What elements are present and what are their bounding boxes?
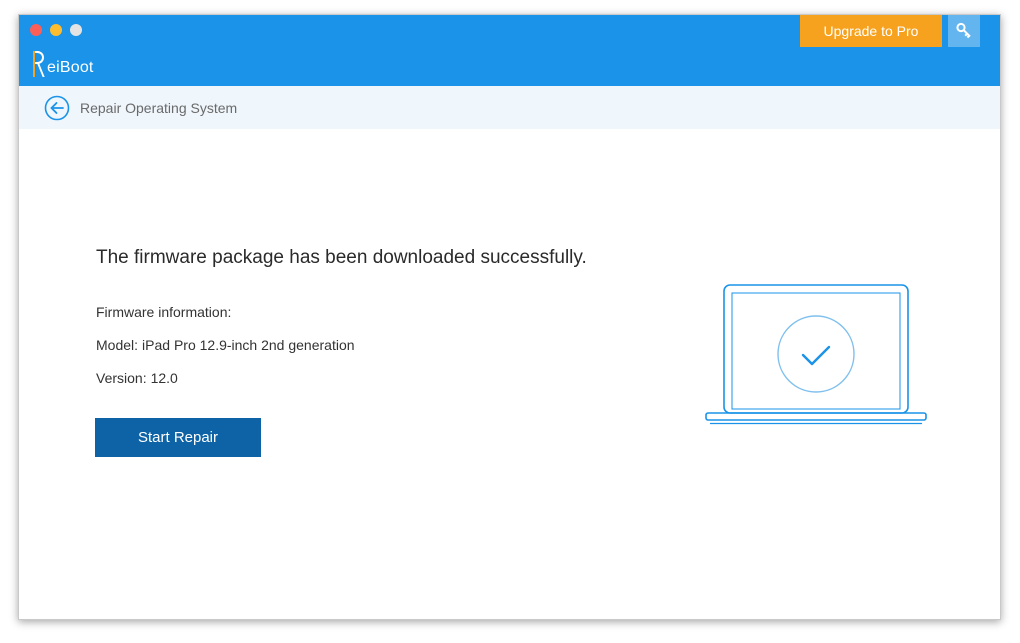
close-window-button[interactable] <box>30 24 42 36</box>
app-logo: eiBoot <box>32 49 94 77</box>
page-title: Repair Operating System <box>80 100 238 116</box>
status-headline: The firmware package has been downloaded… <box>96 247 587 268</box>
firmware-info-label: Firmware information: <box>96 304 231 320</box>
title-bar: eiBoot Upgrade to Pro <box>19 15 1000 86</box>
firmware-info-text: Firmware information: <box>96 304 232 320</box>
laptop-check-icon <box>705 284 927 425</box>
model-label: Model: <box>96 337 139 353</box>
version-label: Version: <box>96 370 147 386</box>
navigation-bar: Repair Operating System <box>19 86 1000 129</box>
version-info: Version: 12.0 <box>96 370 178 386</box>
arrow-left-circle-icon[interactable] <box>44 95 70 121</box>
key-icon <box>956 22 971 39</box>
logo-r-mark <box>32 51 46 77</box>
model-info: Model: iPad Pro 12.9-inch 2nd generation <box>96 337 355 353</box>
main-content: The firmware package has been downloaded… <box>19 129 1000 619</box>
logo-text: eiBoot <box>47 59 94 76</box>
minimize-window-button[interactable] <box>50 24 62 36</box>
model-value: iPad Pro 12.9-inch 2nd generation <box>142 337 355 353</box>
window-controls <box>30 24 82 36</box>
register-key-button[interactable] <box>948 15 980 47</box>
app-window: eiBoot Upgrade to Pro Repair Operating S… <box>18 14 1001 620</box>
version-value: 12.0 <box>150 370 178 386</box>
maximize-window-button[interactable] <box>70 24 82 36</box>
start-repair-button[interactable]: Start Repair <box>95 418 261 457</box>
upgrade-to-pro-button[interactable]: Upgrade to Pro <box>800 15 942 47</box>
